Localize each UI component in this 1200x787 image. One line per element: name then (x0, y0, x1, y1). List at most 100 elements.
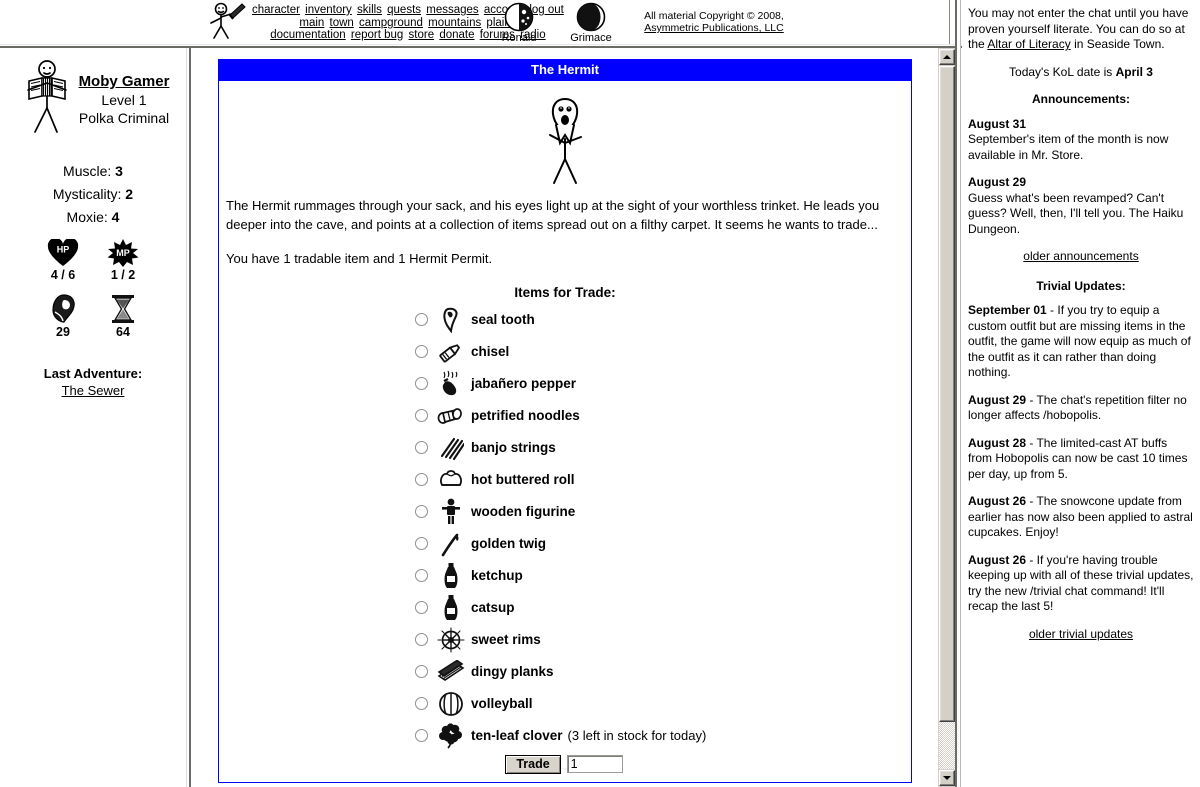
nav-link-skills[interactable]: skills (357, 4, 382, 16)
meat-adventures-group: 29 64 (0, 294, 186, 339)
item-radio-hot-buttered-roll[interactable] (415, 473, 428, 486)
main-pane-scrollbar[interactable] (937, 48, 955, 787)
item-row[interactable]: banjo strings (223, 432, 907, 464)
hermit-paragraph-2: You have 1 tradable item and 1 Hermit Pe… (226, 251, 493, 266)
item-radio-volleyball[interactable] (415, 697, 428, 710)
moon-grimace[interactable]: Grimace (568, 2, 614, 44)
item-label[interactable]: ten-leaf clover (471, 728, 563, 743)
top-menu-inner: character inventory skills quests messag… (0, 0, 958, 44)
character-name[interactable]: Moby Gamer (79, 73, 170, 91)
item-radio-jabanero-pepper[interactable] (415, 377, 428, 390)
ketchup-bottle-icon (437, 562, 465, 590)
adventures-value: 64 (116, 325, 130, 339)
nav-link-documentation[interactable]: documentation (270, 29, 345, 41)
trivial-update-date: August 26 (968, 552, 1027, 567)
altar-of-literacy-link[interactable]: Altar of Literacy (987, 37, 1070, 51)
item-radio-catsup[interactable] (415, 601, 428, 614)
trade-button[interactable]: Trade (505, 754, 561, 774)
item-row[interactable]: golden twig (223, 528, 907, 560)
item-row[interactable]: jabañero pepper (223, 368, 907, 400)
nav-link-mountains[interactable]: mountains (428, 17, 481, 29)
older-announcements-link[interactable]: older announcements (1023, 249, 1138, 263)
stat-muscle-value: 3 (115, 163, 123, 179)
item-row[interactable]: sweet rims (223, 624, 907, 656)
item-label[interactable]: dingy planks (471, 664, 554, 679)
item-label[interactable]: petrified noodles (471, 408, 580, 423)
nav-link-campground[interactable]: campground (359, 17, 423, 29)
item-label[interactable]: sweet rims (471, 632, 541, 647)
item-radio-banjo-strings[interactable] (415, 441, 428, 454)
scroll-down-arrow-icon (943, 776, 951, 780)
item-radio-petrified-noodles[interactable] (415, 409, 428, 422)
item-label[interactable]: volleyball (471, 696, 533, 711)
item-row[interactable]: volleyball (223, 688, 907, 720)
hermit-image (223, 91, 907, 197)
copyright-company-link[interactable]: Asymmetric Publications, LLC (644, 22, 783, 34)
item-row[interactable]: seal tooth (223, 304, 907, 336)
copyright-line-1: All material Copyright © 2008, (644, 10, 784, 22)
item-row[interactable]: hot buttered roll (223, 464, 907, 496)
left-frame-divider[interactable] (186, 48, 191, 787)
top-frame-right-divider (949, 0, 952, 44)
item-row[interactable]: ketchup (223, 560, 907, 592)
item-label[interactable]: golden twig (471, 536, 546, 551)
items-for-trade-header: Items for Trade: (514, 284, 616, 300)
item-label[interactable]: seal tooth (471, 312, 535, 327)
item-radio-golden-twig[interactable] (415, 537, 428, 550)
hermit-stick-figure-icon (223, 95, 907, 187)
item-radio-chisel[interactable] (415, 345, 428, 358)
nav-link-messages[interactable]: messages (426, 4, 478, 16)
item-row[interactable]: catsup (223, 592, 907, 624)
right-frame-divider[interactable] (955, 0, 961, 787)
item-label[interactable]: jabañero pepper (471, 376, 576, 391)
item-label[interactable]: catsup (471, 600, 515, 615)
trade-quantity-input[interactable] (566, 755, 623, 773)
item-row[interactable]: dingy planks (223, 656, 907, 688)
golden-twig-icon (437, 530, 465, 558)
seal-tooth-icon (437, 306, 465, 334)
dingy-planks-icon (437, 658, 465, 686)
hourglass-icon (103, 294, 143, 324)
nav-link-inventory[interactable]: inventory (305, 4, 352, 16)
nav-link-town[interactable]: town (330, 17, 354, 29)
literacy-notice: You may not enter the chat until you hav… (968, 6, 1194, 53)
item-radio-sweet-rims[interactable] (415, 633, 428, 646)
item-row[interactable]: wooden figurine (223, 496, 907, 528)
item-label[interactable]: banjo strings (471, 440, 556, 455)
trivial-update-item: August 26 - The snowcone update from ear… (968, 494, 1194, 541)
scrollbar-thumb[interactable] (939, 66, 955, 722)
older-trivial-line: older trivial updates (968, 627, 1194, 643)
scrollbar-up-button[interactable] (939, 49, 955, 65)
item-row[interactable]: ten-leaf clover (3 left in stock for tod… (223, 720, 907, 752)
character-header: Moby Gamer Level 1 Polka Criminal (0, 50, 186, 142)
item-label[interactable]: wooden figurine (471, 504, 575, 519)
nav-link-report-bug[interactable]: report bug (351, 29, 403, 41)
announcement-item: August 29 Guess what's been revamped? Ca… (968, 175, 1194, 237)
item-radio-wooden-figurine[interactable] (415, 505, 428, 518)
item-radio-ketchup[interactable] (415, 569, 428, 582)
kol-date-value: April 3 (1115, 64, 1153, 79)
kol-date-line: Today's KoL date is April 3 (968, 65, 1194, 81)
item-radio-ten-leaf-clover[interactable] (415, 729, 428, 742)
older-trivial-updates-link[interactable]: older trivial updates (1029, 627, 1133, 641)
item-label[interactable]: ketchup (471, 568, 523, 583)
trivial-update-item: September 01 - If you try to equip a cus… (968, 303, 1194, 381)
nav-link-store[interactable]: store (409, 29, 435, 41)
nav-link-main[interactable]: main (299, 17, 324, 29)
last-adventure-link[interactable]: The Sewer (62, 383, 125, 398)
announcement-body: September's item of the month is now ava… (968, 132, 1169, 162)
mp-starburst-icon: MP (101, 239, 145, 267)
nav-link-character[interactable]: character (252, 4, 300, 16)
item-radio-seal-tooth[interactable] (415, 313, 428, 326)
scrollbar-down-button[interactable] (939, 770, 955, 786)
moon-ronald[interactable]: Ronald (496, 2, 542, 44)
item-row[interactable]: chisel (223, 336, 907, 368)
item-label[interactable]: chisel (471, 344, 509, 359)
item-label[interactable]: hot buttered roll (471, 472, 575, 487)
nav-link-quests[interactable]: quests (387, 4, 421, 16)
item-radio-dingy-planks[interactable] (415, 665, 428, 678)
nav-link-donate[interactable]: donate (439, 29, 474, 41)
announcement-date: August 31 (968, 116, 1027, 131)
older-announcements-line: older announcements (968, 249, 1194, 265)
item-row[interactable]: petrified noodles (223, 400, 907, 432)
